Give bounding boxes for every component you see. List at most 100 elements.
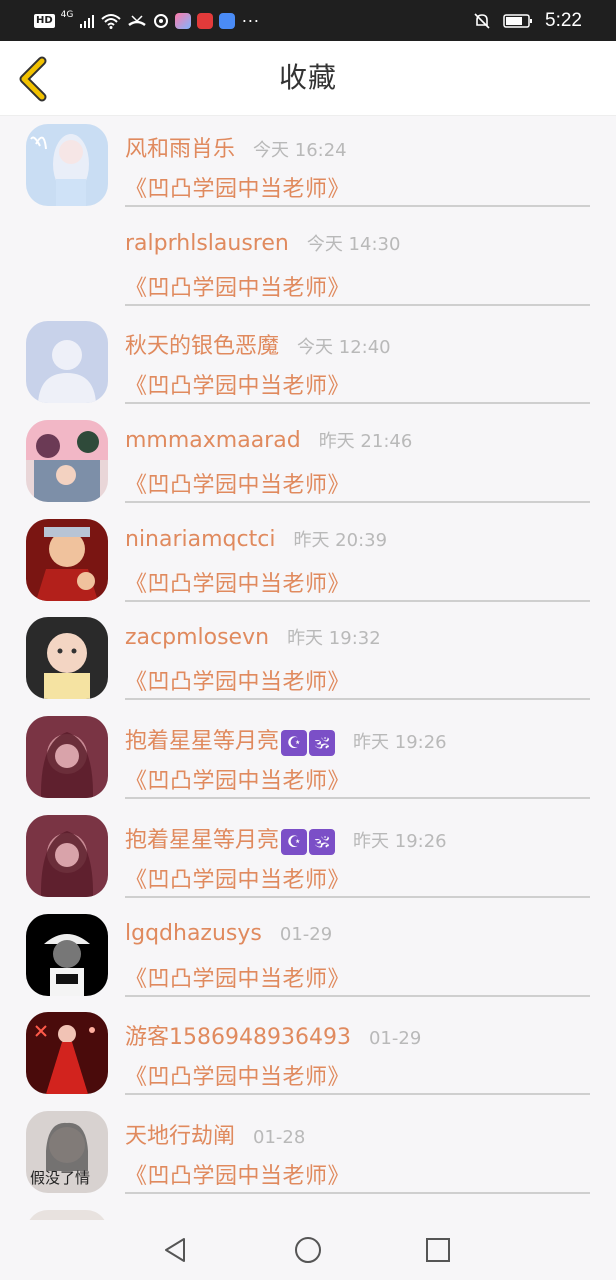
list-item[interactable]: 抱着星星等月亮 ☪ 🕉 昨天 19:26 《凹凸学园中当老师》 [0,708,616,807]
favorite-title[interactable]: 《凹凸学园中当老师》 [125,270,350,302]
avatar[interactable] [26,913,108,996]
divider [125,501,590,504]
status-bar: HD 4G ··· 5:22 [0,0,616,41]
user-name[interactable]: 风和雨肖乐 [125,131,235,163]
timestamp: 01-29 [279,923,333,945]
avatar[interactable] [26,716,108,799]
list-item[interactable]: zacpmlosevn 昨天 19:32 《凹凸学园中当老师》 [0,609,616,708]
timestamp: 昨天 20:39 [293,529,388,551]
timestamp: 昨天 19:32 [287,628,381,650]
user-name[interactable]: mmmaxmaarad [125,428,301,453]
name-line: 抱着星星等月亮 ☪ 🕉 昨天 19:26 [125,723,447,757]
divider [125,1191,590,1194]
user-name[interactable]: 秋天的银色恶魔 [125,328,279,360]
avatar[interactable] [26,814,108,897]
divider [125,205,590,207]
divider [125,698,590,701]
favorite-title[interactable]: 《凹凸学园中当老师》 [125,961,350,993]
timestamp: 01-28 [253,1126,306,1148]
list-item[interactable]: 游客1586948936493 01-29 《凹凸学园中当老师》 [0,1004,616,1103]
avatar[interactable]: 假没了情 [26,1110,108,1193]
name-line: zacpmlosevn 昨天 19:32 [125,624,381,658]
avatar[interactable] [26,1209,108,1220]
list-item[interactable]: 抱着星星等月亮 ☪ 🕉 昨天 19:26 《凹凸学园中当老师》 [0,807,616,906]
divider [125,402,590,405]
user-name[interactable]: zacpmlosevn [125,625,269,650]
name-line: 天地行劫阐 01-28 [125,1118,305,1152]
nav-home-icon[interactable] [292,1234,324,1266]
list-item[interactable]: ralprhlslausren 今天 14:30 《凹凸学园中当老师》 [0,215,616,314]
favorite-title[interactable]: 《凹凸学园中当老师》 [125,862,350,894]
battery-icon [503,13,533,28]
music-app-icon [219,12,236,29]
avatar[interactable] [26,321,108,404]
mute-bell-icon [474,12,490,29]
favorite-title[interactable]: 《凹凸学园中当老师》 [125,467,350,499]
list-item[interactable]: lgqdhazusys 01-29 《凹凸学园中当老师》 [0,906,616,1005]
user-name[interactable]: lgqdhazusys [125,921,262,946]
list-item[interactable] [0,1202,616,1220]
hd-icon: HD [34,13,55,28]
avatar[interactable] [26,617,108,700]
page-title: 收藏 [278,61,337,94]
user-name[interactable]: 抱着星星等月亮 [125,723,279,755]
divider [125,994,590,997]
vpn-icon [154,13,169,28]
name-line: ninariamqctci 昨天 20:39 [125,526,387,560]
name-line: mmmaxmaarad 昨天 21:46 [125,427,412,461]
user-name[interactable]: 游客1586948936493 [125,1019,351,1051]
clock: 5:22 [545,9,582,31]
nav-recents-icon[interactable] [422,1234,454,1266]
nav-back-icon[interactable] [160,1234,192,1266]
user-name[interactable]: 抱着星星等月亮 [125,822,279,854]
favorite-title[interactable]: 《凹凸学园中当老师》 [125,566,350,598]
user-name[interactable]: 天地行劫阐 [125,1118,235,1150]
timestamp: 昨天 21:46 [318,431,413,453]
network-type: 4G [60,9,74,20]
avatar[interactable] [26,420,108,503]
favorite-title[interactable]: 《凹凸学园中当老师》 [125,664,350,696]
name-line: lgqdhazusys 01-29 [125,921,332,955]
favorite-title[interactable]: 《凹凸学园中当老师》 [125,171,350,203]
timestamp: 昨天 19:26 [353,732,447,754]
name-line: 抱着星星等月亮 ☪ 🕉 昨天 19:26 [125,822,447,856]
avatar[interactable] [26,124,108,206]
name-line: 秋天的银色恶魔 今天 12:40 [125,328,391,362]
favorite-title[interactable]: 《凹凸学园中当老师》 [125,1158,350,1190]
divider [125,1093,590,1096]
app-icon [197,12,214,29]
app-icon [175,12,192,29]
timestamp: 今天 14:30 [306,233,401,255]
moon-star-icon: ☪ [281,828,308,855]
avatar[interactable] [26,518,108,601]
om-icon: 🕉 [309,730,336,757]
user-name[interactable]: ninariamqctci [125,527,275,552]
timestamp: 今天 16:24 [253,140,347,161]
title-bar: 收藏 [0,41,616,116]
timestamp: 昨天 19:26 [353,830,447,852]
system-nav-bar [0,1220,616,1280]
divider [125,895,590,898]
avatar[interactable] [26,1012,108,1095]
name-line: 游客1586948936493 01-29 [125,1019,421,1053]
list-item[interactable]: 风和雨肖乐 今天 16:24 《凹凸学园中当老师》 [0,116,616,215]
name-line: ralprhlslausren 今天 14:30 [125,230,400,264]
favorite-title[interactable]: 《凹凸学园中当老师》 [125,1059,350,1091]
list-item[interactable]: 秋天的银色恶魔 今天 12:40 《凹凸学园中当老师》 [0,313,616,412]
divider [125,599,590,602]
user-name[interactable]: ralprhlslausren [125,231,289,256]
list-item[interactable]: 假没了情 天地行劫阐 01-28 《凹凸学园中当老师》 [0,1103,616,1202]
timestamp: 今天 12:40 [297,337,391,359]
missed-call-icon [128,14,147,26]
name-line: 风和雨肖乐 今天 16:24 [125,131,347,165]
list-item[interactable]: mmmaxmaarad 昨天 21:46 《凹凸学园中当老师》 [0,412,616,511]
favorite-title[interactable]: 《凹凸学园中当老师》 [125,763,350,795]
list-item[interactable]: ninariamqctci 昨天 20:39 《凹凸学园中当老师》 [0,511,616,610]
moon-star-icon: ☪ [281,730,308,757]
more-icon: ··· [241,10,260,30]
wifi-icon [101,13,122,29]
signal-icon [80,14,95,28]
favorite-title[interactable]: 《凹凸学园中当老师》 [125,368,350,400]
favorites-list: 风和雨肖乐 今天 16:24 《凹凸学园中当老师》 ralprhlslausren 今天… [0,116,616,1220]
avatar-caption: 假没了情 [30,1168,91,1187]
